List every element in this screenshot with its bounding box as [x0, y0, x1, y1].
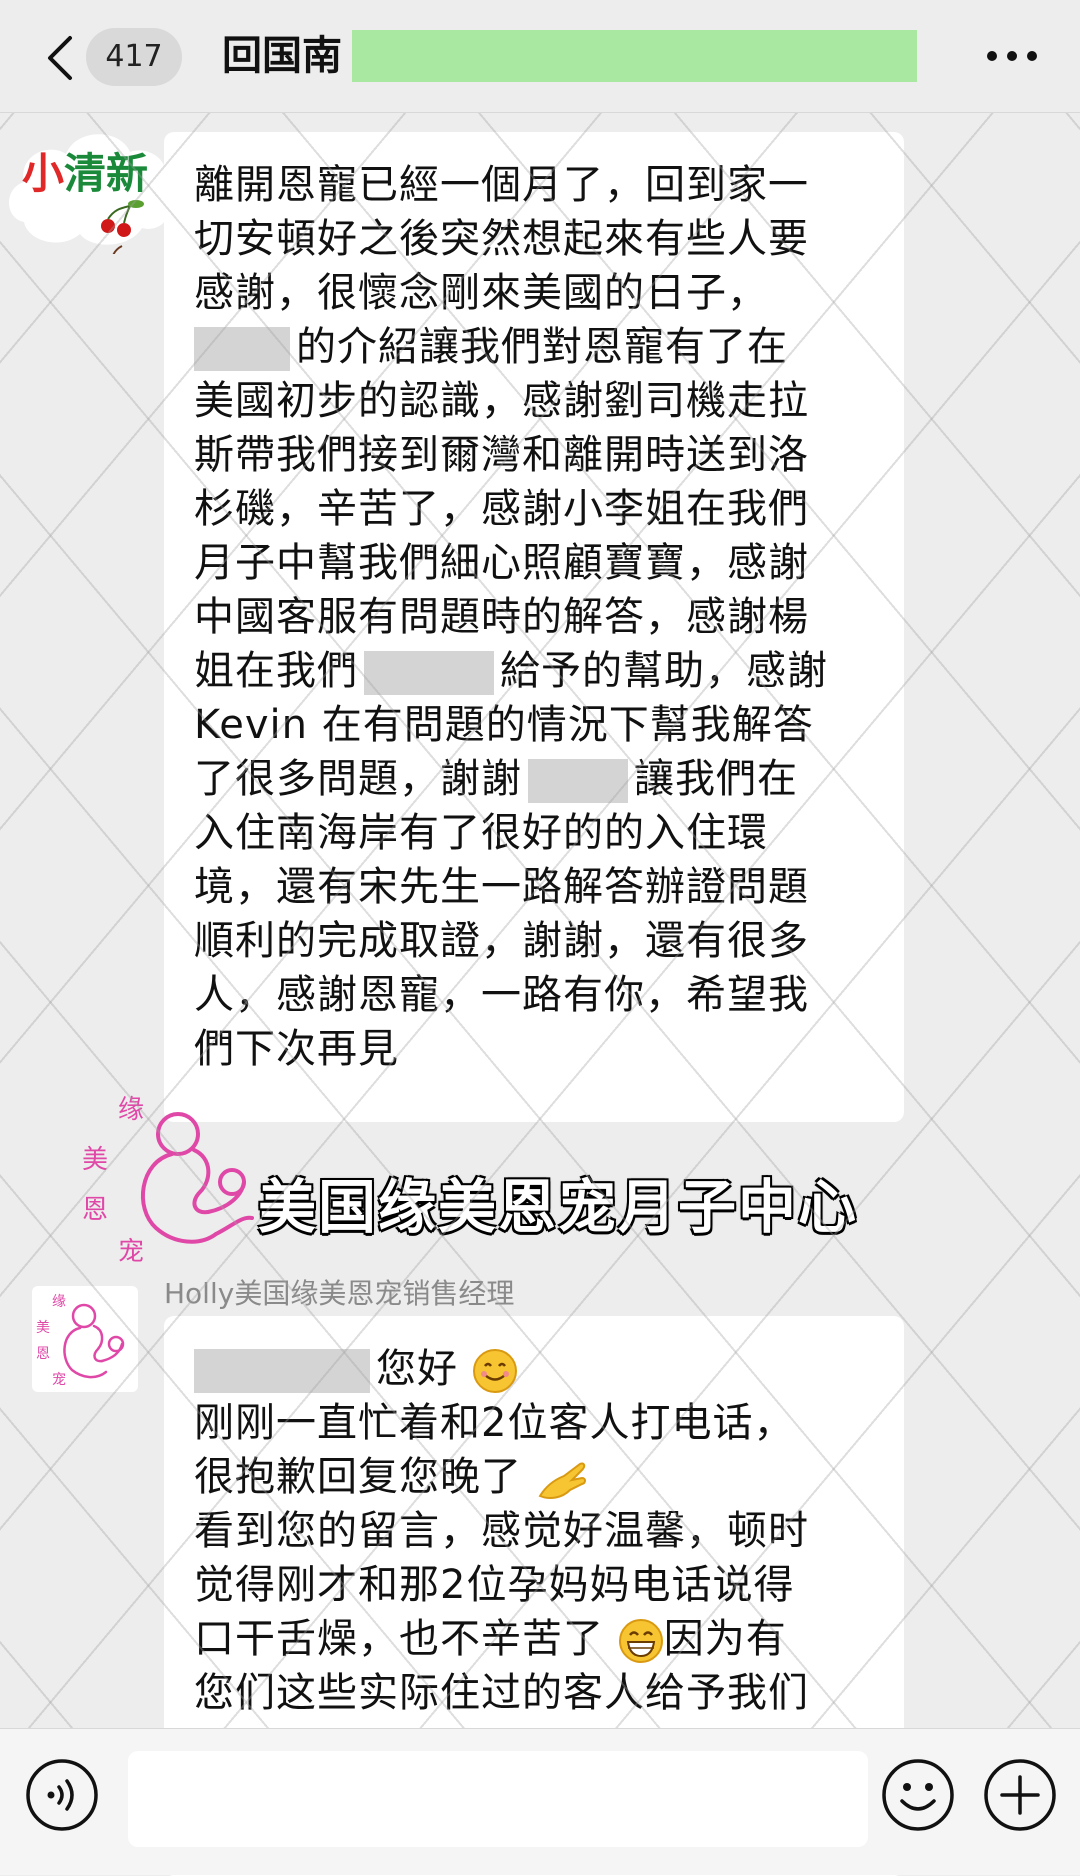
redaction-block: [352, 30, 917, 82]
message-line: 的介紹讓我們對恩寵有了在: [194, 320, 884, 374]
message-line: 刚刚一直忙着和2位客人打电话，: [194, 1400, 795, 1446]
message-fragment: 您好: [376, 1346, 458, 1392]
message-line: 了很多問題，謝謝 讓我們在: [194, 752, 884, 806]
logo-char: 美: [36, 1320, 50, 1336]
message-line: 切安頓好之後突然想起來有些人要: [194, 216, 809, 262]
mother-baby-logo-icon: 缘 美 恩 宠: [82, 1095, 254, 1267]
message-line: 中國客服有問題時的解答，感謝楊: [194, 594, 809, 640]
message-fragment: 了很多問題，謝謝: [194, 756, 522, 802]
redaction-block: [194, 1349, 370, 1393]
message-line: 杉磯，辛苦了，感謝小李姐在我們: [194, 486, 809, 532]
sender-name: Holly美国缘美恩宠销售经理: [164, 1277, 515, 1310]
message-fragment: 很抱歉回复您晚了: [194, 1454, 522, 1500]
message-line: Kevin 在有問題的情況下幫我解答: [194, 702, 814, 748]
message-bubble[interactable]: 離開恩寵已經一個月了，回到家一 切安頓好之後突然想起來有些人要 感謝，很懷念剛來…: [164, 132, 904, 1122]
message-line: 很抱歉回复您晚了: [194, 1450, 884, 1504]
redaction-block: [364, 651, 494, 695]
message-line: 您好: [194, 1342, 884, 1396]
brand-logo: 缘 美 恩 宠: [82, 1088, 282, 1268]
chevron-left-icon[interactable]: [40, 32, 80, 84]
input-bar: [0, 1728, 1080, 1875]
emoji-icon[interactable]: [880, 1757, 956, 1833]
message-line: 順利的完成取證，謝謝，還有很多: [194, 918, 809, 964]
message-line: 們下次再見: [194, 1026, 399, 1072]
logo-char: 缘: [118, 1095, 144, 1125]
redaction-block: [194, 327, 290, 371]
smile-emoji-icon: [472, 1349, 517, 1393]
brand-banner-text: 美国缘美恩宠月子中心: [258, 1173, 859, 1241]
plus-icon[interactable]: [982, 1757, 1058, 1833]
more-dots-icon[interactable]: [984, 42, 1040, 70]
hand-emoji-icon: [538, 1462, 586, 1499]
logo-char: 宠: [52, 1372, 66, 1388]
message-text: 您好 刚刚一直忙着和2位客人打电话， 很抱歉回复您晚了 看到您的留言，感觉好温馨…: [194, 1342, 884, 1720]
message-line: 口干舌燥，也不辛苦了 因为有: [194, 1612, 884, 1666]
message-fragment: 因为有: [663, 1616, 787, 1662]
message-input[interactable]: [128, 1751, 868, 1847]
avatar-text-red: 小: [22, 149, 65, 198]
mother-baby-logo-icon: 缘 美 恩 宠: [36, 1294, 125, 1388]
message-line: 姐在我們 給予的幫助，感謝: [194, 644, 884, 698]
chat-header: 417 回国南: [0, 0, 1080, 113]
unread-count-badge[interactable]: 417: [86, 28, 182, 86]
logo-char: 恩: [82, 1195, 108, 1225]
message-line: 入住南海岸有了很好的的入住環: [194, 810, 768, 856]
message-line: 離開恩寵已經一個月了，回到家一: [194, 162, 809, 208]
message-line: 感謝，很懷念剛來美國的日子，: [194, 270, 768, 316]
logo-char: 恩: [36, 1346, 50, 1362]
message-fragment: 的介紹讓我們對恩寵有了在: [296, 324, 788, 370]
message-line: 人，感謝恩寵，一路有你，希望我: [194, 972, 809, 1018]
redaction-block: [528, 759, 628, 803]
message-fragment: 給予的幫助，感謝: [500, 648, 828, 694]
message-line: 觉得刚才和那2位孕妈妈电话说得: [194, 1562, 795, 1608]
message-line: 您们这些实际住过的客人给予我们: [194, 1670, 809, 1716]
voice-icon[interactable]: [24, 1757, 100, 1833]
avatar-text-green: 清新: [64, 149, 149, 198]
avatar[interactable]: 缘 美 恩 宠: [32, 1286, 138, 1392]
message-line: 境，還有宋先生一路解答辦證問題: [194, 864, 809, 910]
chat-title: 回国南: [222, 33, 342, 79]
message-line: 看到您的留言，感觉好温馨，顿时: [194, 1508, 809, 1554]
message-fragment: 姐在我們: [194, 648, 358, 694]
message-fragment: 口干舌燥，也不辛苦了: [194, 1616, 604, 1662]
grin-emoji-icon: [618, 1619, 663, 1663]
avatar[interactable]: 小清新: [4, 118, 176, 271]
message-fragment: 讓我們在: [634, 756, 798, 802]
message-line: 美國初步的認識，感謝劉司機走拉: [194, 378, 809, 424]
logo-char: 宠: [118, 1237, 144, 1267]
message-line: 月子中幫我們細心照顧寶寶，感謝: [194, 540, 809, 586]
logo-char: 美: [82, 1145, 108, 1175]
message-line: 斯帶我們接到爾灣和離開時送到洛: [194, 432, 809, 478]
logo-char: 缘: [52, 1294, 66, 1310]
message-text: 離開恩寵已經一個月了，回到家一 切安頓好之後突然想起來有些人要 感謝，很懷念剛來…: [194, 158, 884, 1076]
